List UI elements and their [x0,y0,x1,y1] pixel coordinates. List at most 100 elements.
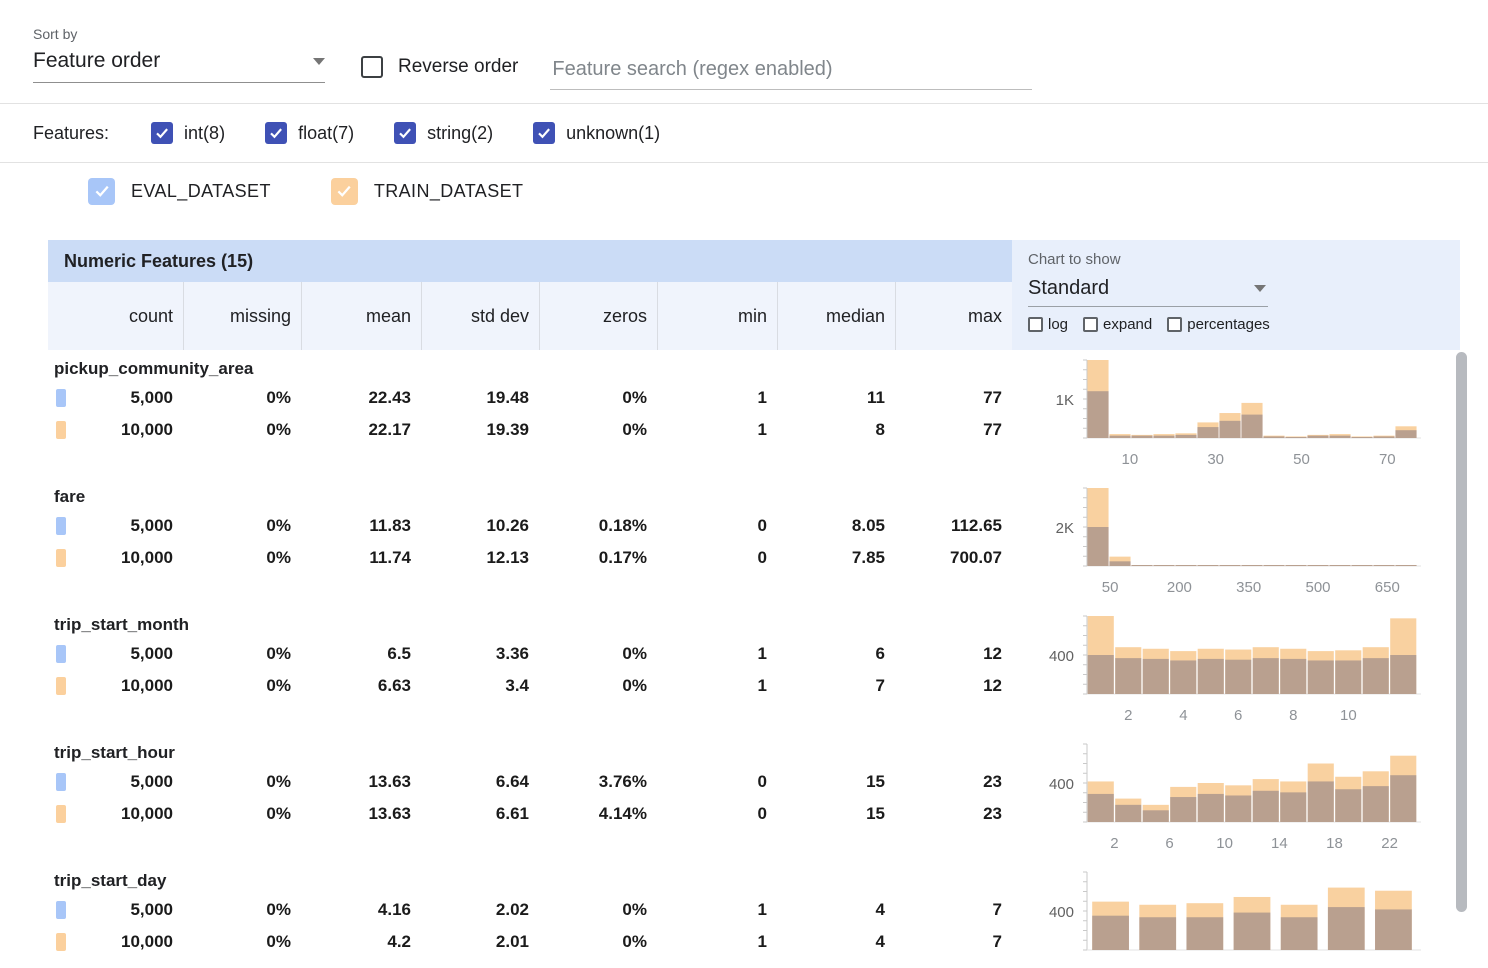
checkbox-checked-icon[interactable] [265,122,287,144]
feature-type-filter-string[interactable]: string(2) [394,122,493,144]
histogram-chart: 1K10305070 [1012,350,1460,476]
feature-chart: 4002610141822 [1012,734,1460,862]
stat-cell-count: 5,000 [48,388,183,408]
stat-cell-min: 1 [657,644,777,664]
stat-cell-count: 10,000 [48,804,183,824]
svg-text:1K: 1K [1056,392,1074,409]
svg-text:350: 350 [1236,579,1261,596]
svg-text:14: 14 [1271,835,1288,852]
stat-row-train: 10,0000%4.22.010%147 [48,926,1012,958]
stat-cell-zeros: 0% [539,388,657,408]
vertical-scrollbar[interactable] [1456,352,1467,912]
column-headers: countmissingmeanstd devzerosminmedianmax [48,282,1012,350]
svg-text:2K: 2K [1056,520,1074,537]
stat-cell-mean: 6.5 [301,644,421,664]
chart-to-show-label: Chart to show [1028,251,1460,268]
chart-option-label: expand [1103,316,1152,333]
chart-option-checkbox-log[interactable] [1028,317,1043,332]
stat-cell-min: 0 [657,548,777,568]
stat-cell-min: 1 [657,932,777,952]
check-icon [335,182,353,200]
feature-stats: pickup_community_area5,0000%22.4319.480%… [48,350,1012,478]
features-body: pickup_community_area5,0000%22.4319.480%… [48,350,1460,968]
stat-cell-median: 15 [777,804,895,824]
dataset-toggle-eval_dataset[interactable]: EVAL_DATASET [88,178,271,205]
chevron-down-icon [313,58,325,65]
feature-type-filters: int(8) float(7) string(2) unknown(1) [151,122,700,144]
feature-type-filter-float[interactable]: float(7) [265,122,354,144]
stat-row-train: 10,0000%22.1719.390%1877 [48,414,1012,446]
checkbox-checked-icon[interactable] [394,122,416,144]
chart-option-label: percentages [1187,316,1270,333]
chart-option-checkbox-expand[interactable] [1083,317,1098,332]
svg-text:22: 22 [1381,835,1398,852]
reverse-order-checkbox[interactable] [361,56,383,78]
stat-cell-max: 23 [895,772,1012,792]
stat-cell-missing: 0% [183,388,301,408]
column-header-median: median [777,282,895,350]
stat-cell-std_dev: 2.02 [421,900,539,920]
stat-cell-count: 5,000 [48,772,183,792]
chart-option-checkboxes: log expand percentages [1028,316,1460,333]
dataset-toggle-train_dataset[interactable]: TRAIN_DATASET [331,178,524,205]
stat-cell-zeros: 0% [539,644,657,664]
stat-cell-std_dev: 12.13 [421,548,539,568]
feature-chart: 400 [1012,862,1460,968]
sort-by-label: Sort by [33,26,325,42]
stat-cell-missing: 0% [183,900,301,920]
stat-cell-missing: 0% [183,804,301,824]
chart-option-label: log [1048,316,1068,333]
chart-option-checkbox-percentages[interactable] [1167,317,1182,332]
reverse-order-label: Reverse order [398,56,518,78]
stat-cell-mean: 11.83 [301,516,421,536]
stat-row-train: 10,0000%6.633.40%1712 [48,670,1012,702]
stat-cell-mean: 22.43 [301,388,421,408]
stat-cell-mean: 4.16 [301,900,421,920]
stat-row-eval: 5,0000%13.636.643.76%01523 [48,766,1012,798]
stat-cell-std_dev: 3.36 [421,644,539,664]
column-header-zeros: zeros [539,282,657,350]
stat-cell-std_dev: 19.39 [421,420,539,440]
toolbar: Sort by Feature order Reverse order [0,0,1488,104]
feature-search-input[interactable] [550,50,1032,90]
sort-order-select[interactable]: Feature order [33,49,325,83]
feature-type-filter-label: string(2) [427,123,493,144]
feature-name: trip_start_hour [48,734,1012,766]
svg-text:200: 200 [1167,579,1192,596]
checkbox-checked-icon[interactable] [533,122,555,144]
stat-cell-count: 10,000 [48,420,183,440]
svg-text:8: 8 [1289,707,1297,724]
feature-type-filter-unknown[interactable]: unknown(1) [533,122,660,144]
feature-type-filter-label: float(7) [298,123,354,144]
stat-row-eval: 5,0000%22.4319.480%11177 [48,382,1012,414]
stat-cell-median: 8 [777,420,895,440]
stat-cell-median: 4 [777,932,895,952]
train-marker-icon [56,933,66,951]
feature-stats: trip_start_month5,0000%6.53.360%161210,0… [48,606,1012,734]
stat-cell-missing: 0% [183,932,301,952]
chart-type-select[interactable]: Standard [1028,268,1268,307]
svg-text:400: 400 [1049,776,1074,793]
feature-name: fare [48,478,1012,510]
dataset-checkbox-icon[interactable] [88,178,115,205]
histogram-chart: 400 [1012,862,1460,968]
stat-cell-mean: 11.74 [301,548,421,568]
checkbox-checked-icon[interactable] [151,122,173,144]
feature-chart: 2K50200350500650 [1012,478,1460,606]
feature-type-filter-int[interactable]: int(8) [151,122,225,144]
svg-text:4: 4 [1179,707,1187,724]
feature-chart: 400246810 [1012,606,1460,734]
svg-text:70: 70 [1379,451,1396,468]
stat-cell-mean: 6.63 [301,676,421,696]
svg-text:18: 18 [1326,835,1343,852]
dataset-checkbox-icon[interactable] [331,178,358,205]
stat-cell-std_dev: 2.01 [421,932,539,952]
feature-block-pickup_community_area: pickup_community_area5,0000%22.4319.480%… [48,350,1460,478]
stat-cell-zeros: 0% [539,676,657,696]
train-marker-icon [56,677,66,695]
sort-by-group: Sort by Feature order [33,26,325,83]
stat-cell-median: 7.85 [777,548,895,568]
stat-cell-max: 7 [895,932,1012,952]
feature-type-filter-bar: Features: int(8)float(7)string(2)unknown… [0,104,1488,163]
svg-text:650: 650 [1375,579,1400,596]
